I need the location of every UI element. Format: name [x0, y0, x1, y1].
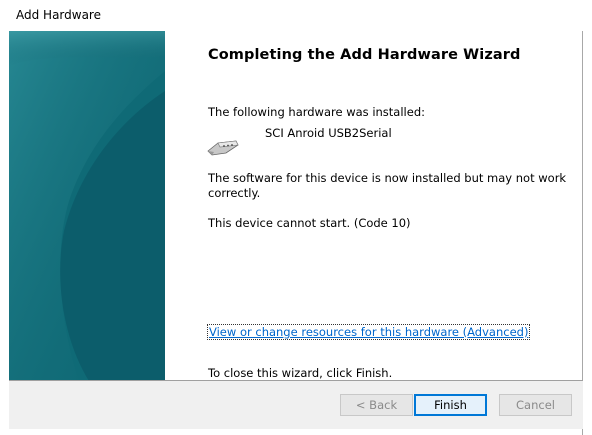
close-instruction-text: To close this wizard, click Finish.: [208, 366, 393, 380]
view-resources-link[interactable]: View or change resources for this hardwa…: [206, 324, 531, 340]
installed-label: The following hardware was installed:: [208, 105, 425, 119]
window-title: Add Hardware: [16, 8, 101, 22]
warning-text-line2: correctly.: [208, 186, 261, 200]
add-hardware-dialog: Add Hardware Completing the Add Hardware…: [0, 0, 583, 435]
cancel-button[interactable]: Cancel: [499, 394, 572, 416]
error-code-text: This device cannot start. (Code 10): [208, 216, 411, 230]
wizard-side-banner: [9, 31, 165, 381]
button-bar: [9, 381, 583, 429]
finish-button[interactable]: Finish: [414, 394, 487, 416]
serial-cable-icon: [207, 140, 239, 156]
title-bar[interactable]: Add Hardware: [0, 0, 583, 31]
page-title: Completing the Add Hardware Wizard: [208, 47, 521, 63]
banner-swoosh-graphic: [9, 31, 165, 381]
device-name: SCI Anroid USB2Serial: [265, 126, 392, 140]
back-button[interactable]: < Back: [340, 394, 413, 416]
warning-text-line1: The software for this device is now inst…: [208, 171, 567, 185]
wizard-content: Completing the Add Hardware Wizard The f…: [166, 31, 583, 381]
